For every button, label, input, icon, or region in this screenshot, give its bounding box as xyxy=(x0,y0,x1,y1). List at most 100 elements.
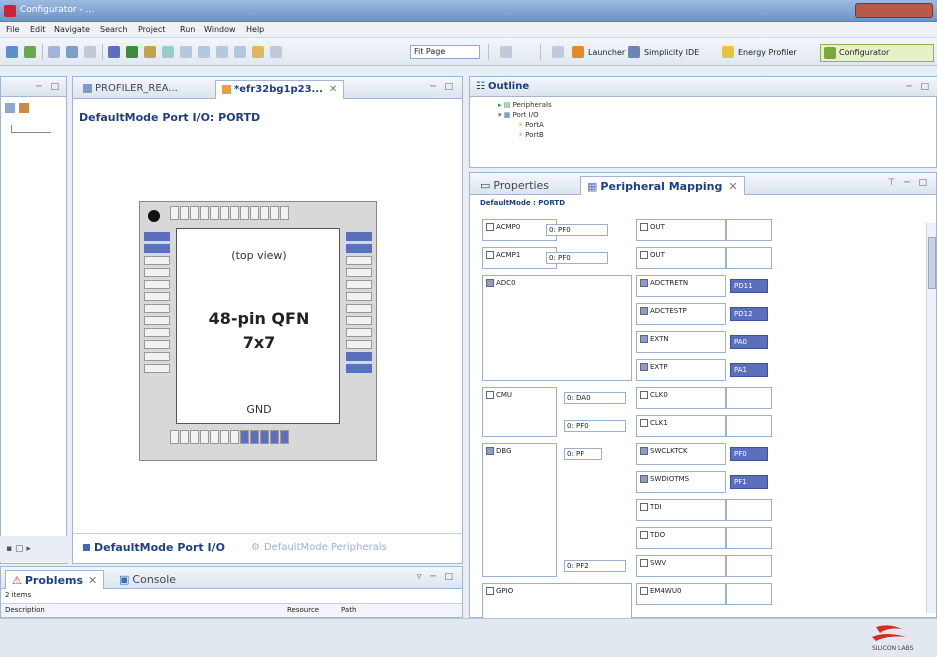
outline-item-porta[interactable]: ⚡ PortA xyxy=(518,121,544,129)
tab-problems[interactable]: ⚠ Problems ✕ xyxy=(5,570,105,589)
signal-extp[interactable]: EXTP xyxy=(636,359,726,381)
col-path[interactable]: Path xyxy=(341,606,356,614)
open-icon[interactable] xyxy=(66,46,78,58)
signal-adctretn[interactable]: ADCTRETN xyxy=(636,275,726,297)
tool-icon[interactable] xyxy=(144,46,156,58)
extn-checkbox[interactable] xyxy=(640,335,648,343)
energy-icon[interactable] xyxy=(722,46,734,58)
signal-tdi[interactable]: TDI xyxy=(636,499,726,521)
acmp0-out-checkbox[interactable] xyxy=(640,223,648,231)
tab-properties[interactable]: ▭ Properties xyxy=(474,176,555,195)
signal-extn[interactable]: EXTN xyxy=(636,331,726,353)
acmp1-location-select[interactable]: 0: PF0 xyxy=(546,252,608,264)
acmp0-location-select[interactable]: 0: PF0 xyxy=(546,224,608,236)
bottom-tab-peripherals[interactable]: ⚙ DefaultMode Peripherals xyxy=(251,542,387,553)
problems-view-controls[interactable]: ▿ ─ □ xyxy=(417,572,456,582)
launcher-perspective[interactable]: Launcher xyxy=(588,48,625,57)
extp-pin[interactable]: PA1 xyxy=(730,363,768,377)
col-description[interactable]: Description xyxy=(5,606,45,614)
menu-file[interactable]: File xyxy=(6,25,19,34)
adctretn-pin[interactable]: PD11 xyxy=(730,279,768,293)
launcher-icon[interactable] xyxy=(572,46,584,58)
energy-profiler-perspective[interactable]: Energy Profiler xyxy=(738,48,797,57)
right-pin-column[interactable] xyxy=(346,232,372,418)
cmu-checkbox[interactable] xyxy=(486,391,494,399)
signal-adctestp[interactable]: ADCTESTP xyxy=(636,303,726,325)
project-icon[interactable] xyxy=(5,103,15,113)
step-over-icon[interactable] xyxy=(198,46,210,58)
configurator-perspective-active[interactable]: Configurator xyxy=(820,44,934,62)
signal-clk0[interactable]: CLK0 xyxy=(636,387,726,409)
vertical-scrollbar[interactable] xyxy=(926,223,936,613)
build-icon[interactable] xyxy=(24,46,36,58)
adctretn-checkbox[interactable] xyxy=(640,279,648,287)
tab-efr32-config[interactable]: *efr32bg1p23... ✕ xyxy=(215,80,345,99)
folder-icon[interactable] xyxy=(252,46,264,58)
peripheral-gpio[interactable]: GPIO xyxy=(482,583,632,619)
pin-cell[interactable] xyxy=(726,387,772,409)
tdo-checkbox[interactable] xyxy=(640,531,648,539)
signal-swdiotms[interactable]: SWDIOTMS xyxy=(636,471,726,493)
tree-item[interactable] xyxy=(11,125,51,133)
stop-icon[interactable] xyxy=(216,46,228,58)
swv-checkbox[interactable] xyxy=(640,559,648,567)
run-icon[interactable] xyxy=(126,46,138,58)
clk0-checkbox[interactable] xyxy=(640,391,648,399)
save-icon[interactable] xyxy=(6,46,18,58)
signal-swv[interactable]: SWV xyxy=(636,555,726,577)
pin-cell[interactable] xyxy=(726,219,772,241)
tab-peripheral-mapping[interactable]: ▦ Peripheral Mapping ✕ xyxy=(580,176,745,195)
left-pin-column[interactable] xyxy=(144,232,170,418)
peripheral-cmu[interactable]: CMU xyxy=(482,387,557,437)
close-icon[interactable]: ✕ xyxy=(728,180,737,193)
peripheral-dbg[interactable]: DBG xyxy=(482,443,557,577)
adc0-checkbox[interactable] xyxy=(486,279,494,287)
adctestp-pin[interactable]: PD12 xyxy=(730,307,768,321)
swdiotms-pin[interactable]: PF1 xyxy=(730,475,768,489)
pin-cell[interactable] xyxy=(726,499,772,521)
refresh-icon[interactable] xyxy=(234,46,246,58)
perspective-icon[interactable] xyxy=(552,46,564,58)
signal-tdo[interactable]: TDO xyxy=(636,527,726,549)
mapping-view-controls[interactable]: ⊤ ─ □ xyxy=(888,178,930,188)
extn-pin[interactable]: PA0 xyxy=(730,335,768,349)
peripheral-adc0[interactable]: ADC0 xyxy=(482,275,632,381)
tab-console[interactable]: ▣ Console xyxy=(113,570,182,589)
outline-view-controls[interactable]: ─ □ xyxy=(906,82,932,92)
col-resource[interactable]: Resource xyxy=(287,606,319,614)
window-controls[interactable] xyxy=(855,3,933,18)
pin-cell[interactable] xyxy=(726,583,772,605)
clk0-location-select[interactable]: 0: DA0 xyxy=(564,392,626,404)
filter-icon[interactable] xyxy=(19,103,29,113)
clk1-location-select[interactable]: 0: PF0 xyxy=(564,420,626,432)
editor-view-controls[interactable]: ─ □ xyxy=(430,82,456,92)
close-icon[interactable]: ✕ xyxy=(329,84,337,95)
swdiotms-checkbox[interactable] xyxy=(640,475,648,483)
extp-checkbox[interactable] xyxy=(640,363,648,371)
outline-item-portio[interactable]: ▾ ▦ Port I/O xyxy=(498,111,539,119)
swclktck-pin[interactable]: PF0 xyxy=(730,447,768,461)
pin-cell[interactable] xyxy=(726,555,772,577)
new-icon[interactable] xyxy=(48,46,60,58)
zoom-select[interactable]: Fit Page xyxy=(410,45,480,59)
search-icon[interactable] xyxy=(162,46,174,58)
gpio-checkbox[interactable] xyxy=(486,587,494,595)
signal-swclktck[interactable]: SWCLKTCK xyxy=(636,443,726,465)
restore-icon[interactable]: ▪ ▢ ▸ xyxy=(6,544,31,554)
outline-title[interactable]: ☷ Outline xyxy=(476,81,529,92)
em4wu0-checkbox[interactable] xyxy=(640,587,648,595)
print-icon[interactable] xyxy=(84,46,96,58)
menu-project[interactable]: Project xyxy=(138,25,165,34)
dbg-checkbox[interactable] xyxy=(486,447,494,455)
simplicity-ide-perspective[interactable]: Simplicity IDE xyxy=(644,48,699,57)
menu-navigate[interactable]: Navigate xyxy=(54,25,90,34)
acmp1-out-checkbox[interactable] xyxy=(640,251,648,259)
menu-run[interactable]: Run xyxy=(180,25,195,34)
menu-window[interactable]: Window xyxy=(204,25,236,34)
menu-edit[interactable]: Edit xyxy=(30,25,46,34)
signal-em4wu0[interactable]: EM4WU0 xyxy=(636,583,726,605)
layout-icon[interactable] xyxy=(270,46,282,58)
signal-acmp1-out[interactable]: OUT xyxy=(636,247,726,269)
pin-cell[interactable] xyxy=(726,527,772,549)
bottom-pin-row[interactable] xyxy=(170,430,290,447)
